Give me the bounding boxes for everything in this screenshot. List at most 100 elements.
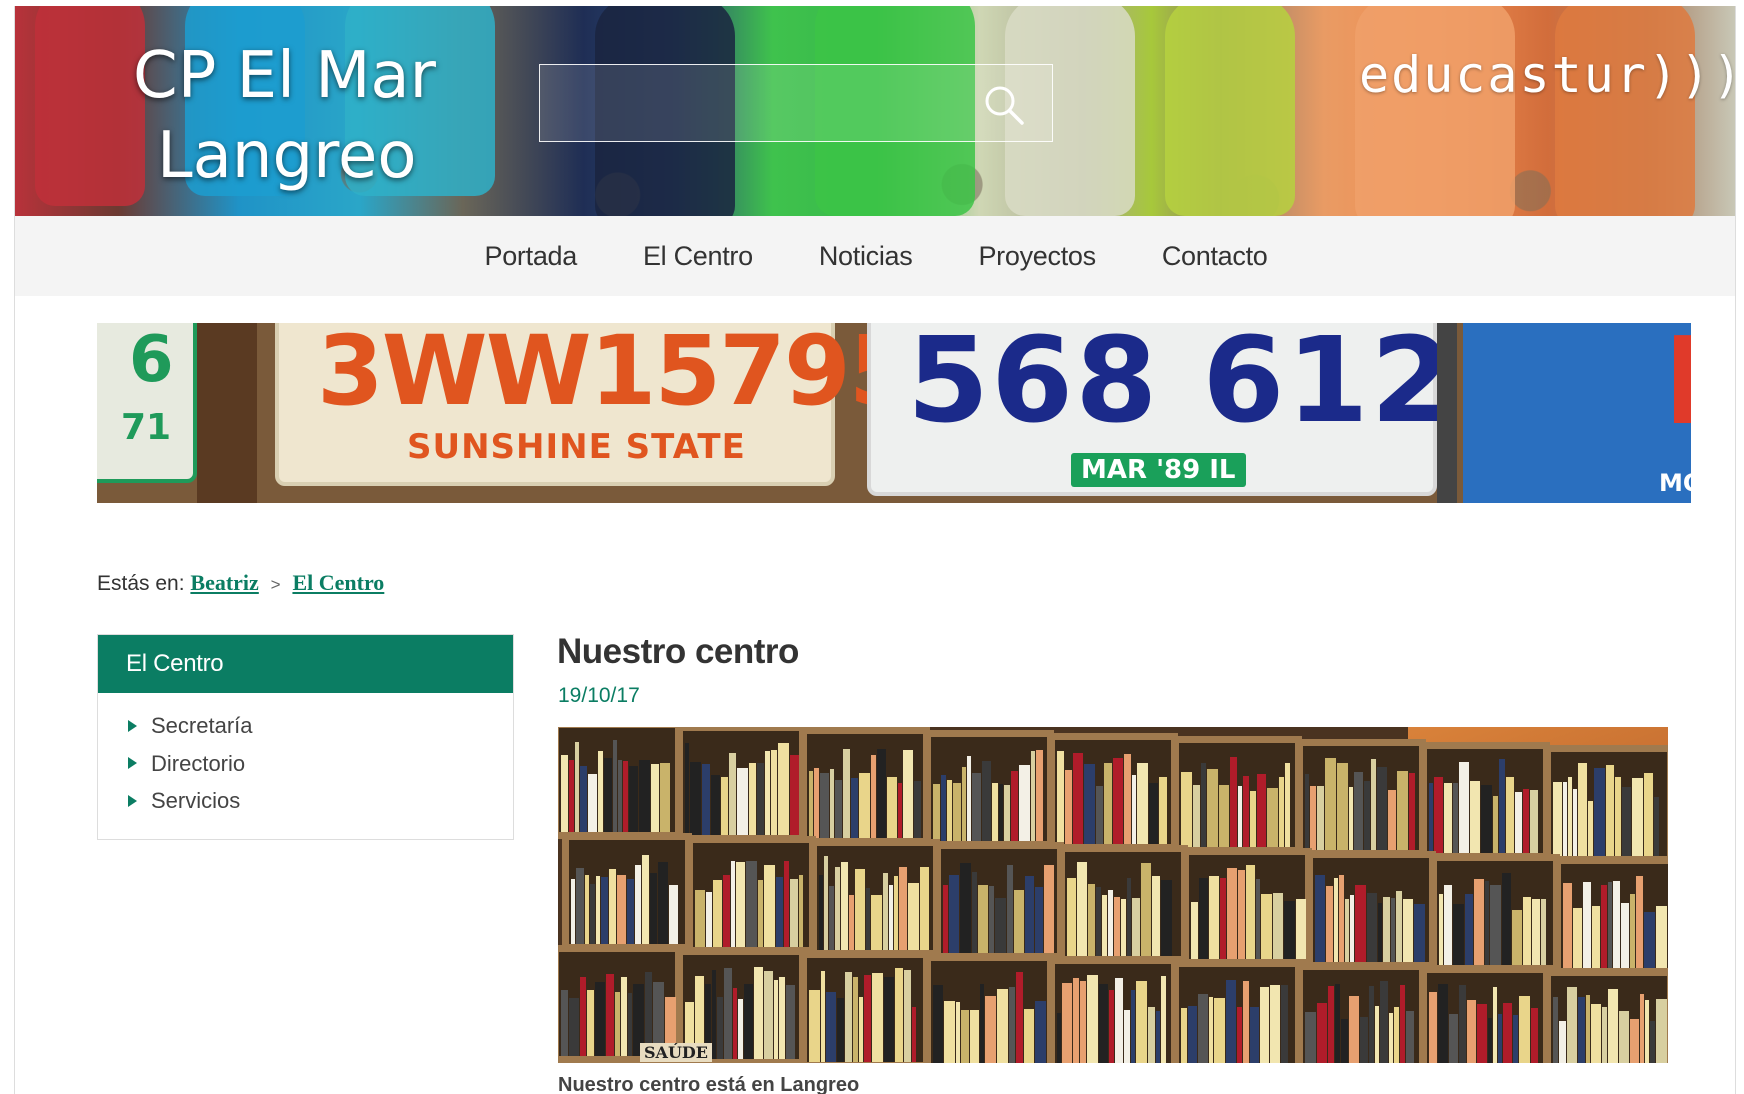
book-spine (814, 768, 819, 838)
book-spine (590, 884, 595, 944)
book-spine (1159, 777, 1167, 844)
book-spine (843, 749, 850, 838)
book-spine (1656, 999, 1667, 1063)
article-title: Nuestro centro (557, 632, 799, 671)
book-spine (1207, 769, 1218, 847)
book-spine (967, 756, 971, 841)
plate3-number: 568 612 (907, 323, 1455, 449)
book-spine (1326, 886, 1333, 962)
book-spine (1148, 1007, 1155, 1063)
book-spine (1007, 865, 1013, 953)
book-spine (1334, 878, 1338, 962)
book-spine (569, 760, 574, 832)
sidebar-item-secretaria[interactable]: Secretaría (128, 707, 513, 745)
book-spine (712, 970, 716, 1059)
book-spine (660, 763, 670, 832)
book-spine (721, 777, 728, 835)
book-spine (1438, 984, 1448, 1063)
nav-item-proyectos[interactable]: Proyectos (978, 241, 1096, 272)
sidebar-item-label: Servicios (151, 788, 241, 813)
book-spine (1124, 754, 1131, 844)
triangle-right-icon (128, 794, 137, 807)
book-spine (1131, 990, 1135, 1063)
book-spine (1198, 994, 1208, 1063)
bookshelf-crate (1544, 969, 1668, 1063)
book-spine (1250, 791, 1256, 847)
book-spine (1256, 879, 1260, 959)
plate-green: 6 71 (97, 323, 197, 483)
sidebar-item-servicios[interactable]: Servicios (128, 782, 513, 820)
book-spine (877, 749, 886, 838)
triangle-right-icon (128, 719, 137, 732)
book-spine (635, 865, 641, 944)
book-spine (1488, 1018, 1492, 1063)
book-spine (1114, 897, 1120, 956)
book-spine (609, 869, 616, 944)
book-spine (941, 775, 946, 841)
book-spine (903, 750, 913, 838)
book-spine (1573, 789, 1577, 856)
nav-item-el-centro[interactable]: El Centro (643, 241, 753, 272)
book-spine (1375, 1006, 1379, 1063)
bookshelf-crate (1296, 963, 1426, 1063)
book-spine (1613, 881, 1620, 968)
book-spine (1024, 1009, 1034, 1063)
book-spine (595, 982, 605, 1056)
book-spine (1453, 904, 1464, 965)
book-spine (561, 990, 568, 1056)
article-date: 19/10/17 (558, 684, 640, 707)
book-spine (1397, 771, 1408, 850)
sidebar-title[interactable]: El Centro (98, 635, 513, 693)
book-spine (1191, 902, 1198, 959)
book-spine (711, 775, 720, 835)
search-input[interactable] (540, 65, 980, 141)
book-spine (736, 862, 745, 947)
book-spine (764, 971, 773, 1059)
book-spine (835, 867, 840, 950)
book-spine (1490, 885, 1501, 965)
breadcrumb-link-el-centro[interactable]: El Centro (292, 570, 384, 595)
book-spine (1434, 777, 1443, 853)
nav-item-portada[interactable]: Portada (485, 241, 578, 272)
book-spine (837, 998, 844, 1062)
book-spine (887, 777, 897, 838)
book-spine (1227, 868, 1237, 959)
educastur-logo[interactable]: educastur))) (1359, 46, 1735, 104)
search-icon[interactable] (982, 83, 1026, 127)
book-spine (1281, 985, 1288, 1063)
book-spine (588, 774, 597, 832)
bookshelf-crate (1544, 745, 1668, 863)
bookshelf-crate (1306, 851, 1436, 969)
crate-label: SAÚDE (640, 1043, 712, 1062)
book-spine (809, 990, 820, 1062)
book-spine (920, 867, 929, 950)
bookshelf-crate (676, 727, 806, 842)
book-spine (1391, 898, 1395, 962)
nav-item-noticias[interactable]: Noticias (819, 241, 913, 272)
book-spine (623, 761, 628, 832)
book-spine (1378, 903, 1382, 962)
site-title[interactable]: CP El Mar Langreo (133, 36, 473, 196)
book-spine (690, 762, 701, 835)
book-spine (1409, 773, 1415, 850)
sidebar-item-directorio[interactable]: Directorio (128, 745, 513, 783)
book-spine (1568, 777, 1572, 856)
book-spine (1161, 976, 1166, 1063)
book-spine (1137, 763, 1148, 844)
book-spine (1493, 987, 1497, 1063)
nav-item-contacto[interactable]: Contacto (1162, 241, 1268, 272)
book-spine (580, 977, 586, 1056)
book-spine (1380, 981, 1388, 1063)
book-spine (943, 885, 948, 953)
book-spine (1523, 897, 1531, 965)
book-spine (820, 773, 829, 838)
breadcrumb-link-beatriz[interactable]: Beatriz (190, 570, 258, 595)
book-spine (617, 875, 626, 944)
book-spine (587, 990, 594, 1056)
bookshelf-crate (1430, 854, 1560, 972)
book-spine (889, 885, 893, 950)
book-spine (1284, 901, 1295, 959)
book-spine (1328, 986, 1334, 1063)
book-spine (1339, 875, 1344, 962)
book-spine (601, 877, 608, 944)
